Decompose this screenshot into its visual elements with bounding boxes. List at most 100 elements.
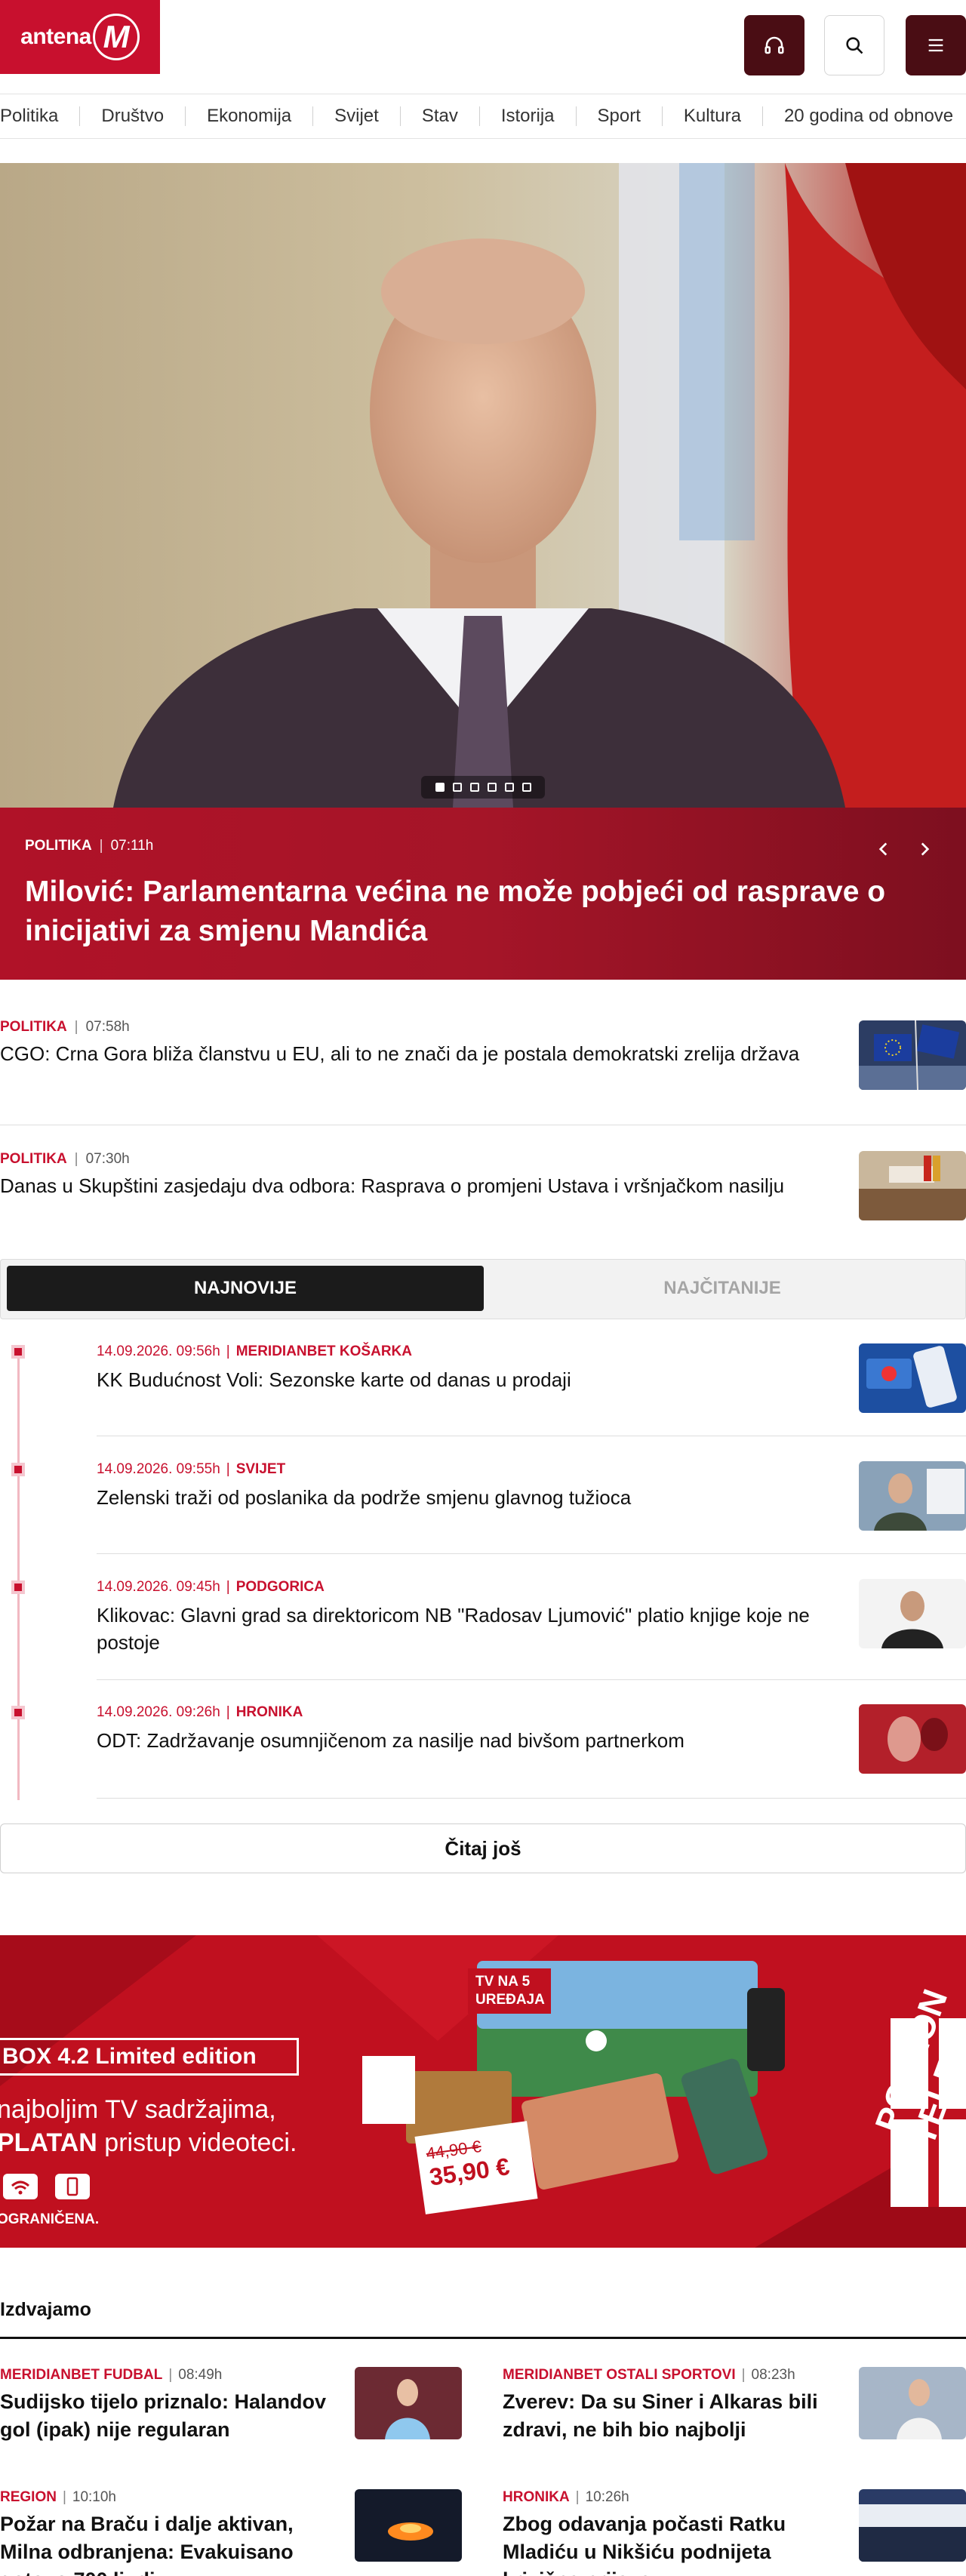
highlight-card[interactable]: REGION | 10:10h Požar na Braču i dalje akt… bbox=[0, 2489, 332, 2576]
hero-caption[interactable]: POLITIKA | 07:11h Milović: Parlamentarna v… bbox=[0, 808, 966, 980]
hero-time: 07:11h bbox=[110, 838, 154, 854]
card-meta: MERIDIANBET OSTALI SPORTOVI | 08:23h bbox=[503, 2367, 795, 2383]
card-thumbnail[interactable] bbox=[355, 2367, 462, 2439]
banner-price-tag: 44,90 € 35,90 € bbox=[414, 2121, 538, 2214]
slider-prev-button[interactable] bbox=[865, 830, 903, 868]
banner-crowd-image bbox=[859, 2489, 966, 2562]
nav-item-ekonomija[interactable]: Ekonomija bbox=[186, 106, 314, 126]
hero-slider[interactable] bbox=[0, 163, 966, 808]
list-item-category[interactable]: MERIDIANBET KOŠARKA bbox=[236, 1343, 412, 1359]
nav-item-istorija[interactable]: Istorija bbox=[480, 106, 577, 126]
card-category[interactable]: REGION bbox=[0, 2489, 57, 2505]
nav-item-kultura[interactable]: Kultura bbox=[663, 106, 763, 126]
list-item-category[interactable]: SVIJET bbox=[236, 1461, 285, 1477]
highlight-card[interactable]: MERIDIANBET FUDBAL | 08:49h Sudijsko tijel… bbox=[0, 2367, 332, 2444]
chevron-left-icon bbox=[878, 842, 888, 856]
site-header: antena M bbox=[0, 0, 966, 94]
list-item-thumbnail[interactable] bbox=[859, 1704, 966, 1774]
chevron-right-icon bbox=[921, 842, 930, 856]
search-button[interactable] bbox=[824, 15, 884, 75]
slider-next-button[interactable] bbox=[906, 830, 943, 868]
card-category[interactable]: MERIDIANBET FUDBAL bbox=[0, 2367, 162, 2383]
slider-dot-2[interactable] bbox=[452, 783, 462, 792]
card-category[interactable]: HRONIKA bbox=[503, 2489, 570, 2505]
load-more-button[interactable]: Čitaj još bbox=[0, 1824, 966, 1873]
highlight-card[interactable]: HRONIKA | 10:26h Zbog odavanja počasti Rat… bbox=[503, 2489, 835, 2576]
featured-title[interactable]: CGO: Crna Gora bliža članstvu u EU, ali … bbox=[0, 1040, 845, 1067]
section-title-izdvajamo: Izdvajamo bbox=[0, 2299, 91, 2320]
card-time: 08:23h bbox=[751, 2367, 795, 2383]
card-category[interactable]: MERIDIANBET OSTALI SPORTOVI bbox=[503, 2367, 736, 2383]
card-title[interactable]: Sudijsko tijelo priznalo: Halandov gol (… bbox=[0, 2388, 332, 2444]
divider bbox=[97, 1798, 966, 1799]
tab-najnovije[interactable]: NAJNOVIJE bbox=[7, 1266, 484, 1311]
fire-image bbox=[355, 2489, 462, 2562]
list-item[interactable]: 14.09.2026. 09:56h | MERIDIANBET KOŠARKA K… bbox=[97, 1343, 866, 1393]
nav-item-svijet[interactable]: Svijet bbox=[313, 106, 401, 126]
slider-dot-6[interactable] bbox=[521, 783, 531, 792]
hero-title[interactable]: Milović: Parlamentarna većina ne može po… bbox=[25, 873, 915, 951]
list-item-title[interactable]: Zelenski traži od poslanika da podrže sm… bbox=[97, 1484, 866, 1511]
card-meta: MERIDIANBET FUDBAL | 08:49h bbox=[0, 2367, 223, 2383]
timeline-marker bbox=[11, 1463, 25, 1476]
list-item-date: 14.09.2026. 09:45h bbox=[97, 1579, 220, 1595]
list-item-title[interactable]: Klikovac: Glavni grad sa direktoricom NB… bbox=[97, 1602, 866, 1656]
featured-title[interactable]: Danas u Skupštini zasjedaju dva odbora: … bbox=[0, 1172, 845, 1199]
list-item[interactable]: 14.09.2026. 09:26h | HRONIKA ODT: Zadržava… bbox=[97, 1704, 866, 1754]
ad-banner[interactable]: BOX 4.2 Limited edition najboljim TV sad… bbox=[0, 1935, 966, 2248]
highlight-card[interactable]: MERIDIANBET OSTALI SPORTOVI | 08:23h Zvere… bbox=[503, 2367, 835, 2444]
season-tickets-image bbox=[859, 1343, 966, 1413]
featured-item[interactable]: POLITIKA | 07:58h CGO: Crna Gora bliža čla… bbox=[0, 1019, 966, 1067]
card-time: 10:26h bbox=[585, 2489, 629, 2505]
audio-button[interactable] bbox=[744, 15, 804, 75]
featured-thumbnail[interactable] bbox=[859, 1020, 966, 1090]
list-item-meta: 14.09.2026. 09:55h | SVIJET bbox=[97, 1461, 286, 1477]
card-meta: REGION | 10:10h bbox=[0, 2489, 117, 2505]
card-thumbnail[interactable] bbox=[355, 2489, 462, 2562]
site-logo[interactable]: antena M bbox=[0, 0, 160, 74]
featured-category[interactable]: POLITIKA bbox=[0, 1019, 67, 1035]
slider-dot-1[interactable] bbox=[435, 783, 445, 792]
tab-najcitanije[interactable]: NAJČITANIJE bbox=[484, 1266, 961, 1311]
list-item-category[interactable]: HRONIKA bbox=[236, 1704, 303, 1720]
menu-button[interactable] bbox=[906, 15, 966, 75]
nav-item-stav[interactable]: Stav bbox=[401, 106, 480, 126]
logo-text: antena bbox=[20, 24, 91, 49]
list-item-title[interactable]: KK Budućnost Voli: Sezonske karte od dan… bbox=[97, 1366, 866, 1393]
featured-thumbnail[interactable] bbox=[859, 1151, 966, 1220]
card-title[interactable]: Zbog odavanja počasti Ratku Mladiću u Ni… bbox=[503, 2510, 835, 2576]
banner-note: OGRANIČENA. bbox=[0, 2211, 100, 2227]
nav-item-drustvo[interactable]: Društvo bbox=[80, 106, 186, 126]
phone-icon bbox=[55, 2174, 91, 2199]
list-item-category[interactable]: PODGORICA bbox=[236, 1579, 325, 1595]
list-item-date: 14.09.2026. 09:56h bbox=[97, 1343, 220, 1359]
slider-dot-3[interactable] bbox=[469, 783, 479, 792]
banner-tv-tag-line-2: UREĐAJA bbox=[475, 1992, 545, 2008]
card-title[interactable]: Požar na Braču i dalje aktivan, Milna od… bbox=[0, 2510, 332, 2576]
nav-item-sport[interactable]: Sport bbox=[577, 106, 663, 126]
nav-item-politika[interactable]: Politika bbox=[0, 106, 81, 126]
nav-item-20-godina[interactable]: 20 godina od obnove bbox=[763, 106, 966, 126]
list-item[interactable]: 14.09.2026. 09:45h | PODGORICA Klikovac: G… bbox=[97, 1579, 866, 1656]
card-time: 10:10h bbox=[72, 2489, 117, 2505]
zverev-image bbox=[859, 2367, 966, 2439]
featured-item[interactable]: POLITIKA | 07:30h Danas u Skupštini zasjed… bbox=[0, 1151, 966, 1199]
list-item-title[interactable]: ODT: Zadržavanje osumnjičenom za nasilje… bbox=[97, 1727, 866, 1754]
parliament-room-image bbox=[859, 1151, 966, 1220]
featured-category[interactable]: POLITIKA bbox=[0, 1151, 67, 1167]
list-item-meta: 14.09.2026. 09:56h | MERIDIANBET KOŠARKA bbox=[97, 1343, 412, 1359]
list-item-thumbnail[interactable] bbox=[859, 1579, 966, 1648]
card-thumbnail[interactable] bbox=[859, 2489, 966, 2562]
divider bbox=[97, 1679, 966, 1680]
slider-dot-4[interactable] bbox=[487, 783, 497, 792]
hero-category[interactable]: POLITIKA bbox=[25, 838, 92, 854]
banner-box-title: BOX 4.2 Limited edition bbox=[0, 2038, 299, 2076]
card-thumbnail[interactable] bbox=[859, 2367, 966, 2439]
news-tabs: NAJNOVIJE NAJČITANIJE bbox=[0, 1259, 966, 1319]
list-item-thumbnail[interactable] bbox=[859, 1343, 966, 1413]
slider-dot-5[interactable] bbox=[504, 783, 514, 792]
list-item-thumbnail[interactable] bbox=[859, 1461, 966, 1531]
card-title[interactable]: Zverev: Da su Siner i Alkaras bili zdrav… bbox=[503, 2388, 835, 2444]
list-item[interactable]: 14.09.2026. 09:55h | SVIJET Zelenski traži… bbox=[97, 1461, 866, 1511]
hero-image bbox=[0, 163, 966, 808]
